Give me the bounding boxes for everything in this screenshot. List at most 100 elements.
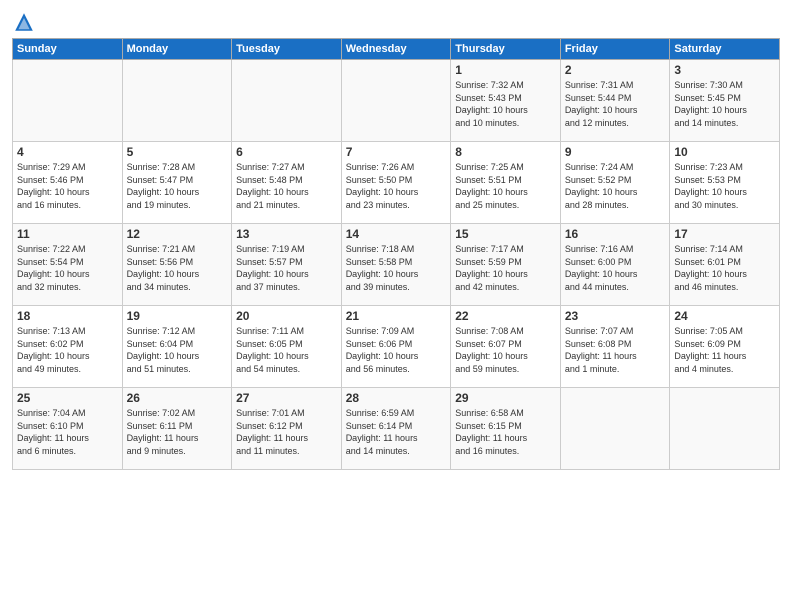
calendar-cell: 19 Sunrise: 7:12 AM Sunset: 6:04 PM Dayli…: [122, 306, 232, 388]
calendar-cell: 13 Sunrise: 7:19 AM Sunset: 5:57 PM Dayli…: [232, 224, 342, 306]
calendar-cell: [670, 388, 780, 470]
header-tuesday: Tuesday: [232, 39, 342, 60]
calendar-cell: 24 Sunrise: 7:05 AM Sunset: 6:09 PM Dayli…: [670, 306, 780, 388]
calendar-cell: 10 Sunrise: 7:23 AM Sunset: 5:53 PM Dayli…: [670, 142, 780, 224]
day-number: 4: [17, 145, 118, 159]
calendar-cell: 12 Sunrise: 7:21 AM Sunset: 5:56 PM Dayli…: [122, 224, 232, 306]
day-info: Sunrise: 7:14 AM Sunset: 6:01 PM Dayligh…: [674, 243, 775, 293]
day-info: Sunrise: 7:29 AM Sunset: 5:46 PM Dayligh…: [17, 161, 118, 211]
day-number: 19: [127, 309, 228, 323]
day-number: 9: [565, 145, 666, 159]
header-monday: Monday: [122, 39, 232, 60]
day-number: 8: [455, 145, 556, 159]
page-container: SundayMondayTuesdayWednesdayThursdayFrid…: [0, 0, 792, 478]
day-info: Sunrise: 7:26 AM Sunset: 5:50 PM Dayligh…: [346, 161, 447, 211]
calendar-cell: [341, 60, 451, 142]
day-info: Sunrise: 7:17 AM Sunset: 5:59 PM Dayligh…: [455, 243, 556, 293]
day-number: 28: [346, 391, 447, 405]
calendar-cell: 15 Sunrise: 7:17 AM Sunset: 5:59 PM Dayli…: [451, 224, 561, 306]
calendar-table: SundayMondayTuesdayWednesdayThursdayFrid…: [12, 38, 780, 470]
day-number: 22: [455, 309, 556, 323]
day-number: 6: [236, 145, 337, 159]
day-number: 2: [565, 63, 666, 77]
header-friday: Friday: [560, 39, 670, 60]
day-info: Sunrise: 7:25 AM Sunset: 5:51 PM Dayligh…: [455, 161, 556, 211]
day-info: Sunrise: 7:05 AM Sunset: 6:09 PM Dayligh…: [674, 325, 775, 375]
day-number: 23: [565, 309, 666, 323]
calendar-cell: 17 Sunrise: 7:14 AM Sunset: 6:01 PM Dayli…: [670, 224, 780, 306]
calendar-cell: 7 Sunrise: 7:26 AM Sunset: 5:50 PM Daylig…: [341, 142, 451, 224]
calendar-cell: 8 Sunrise: 7:25 AM Sunset: 5:51 PM Daylig…: [451, 142, 561, 224]
day-info: Sunrise: 7:24 AM Sunset: 5:52 PM Dayligh…: [565, 161, 666, 211]
day-info: Sunrise: 7:19 AM Sunset: 5:57 PM Dayligh…: [236, 243, 337, 293]
header: [12, 10, 780, 34]
day-info: Sunrise: 7:32 AM Sunset: 5:43 PM Dayligh…: [455, 79, 556, 129]
day-info: Sunrise: 7:04 AM Sunset: 6:10 PM Dayligh…: [17, 407, 118, 457]
day-number: 17: [674, 227, 775, 241]
day-info: Sunrise: 7:28 AM Sunset: 5:47 PM Dayligh…: [127, 161, 228, 211]
calendar-cell: 20Sunrise: 7:11 AM Sunset: 6:05 PM Dayli…: [232, 306, 342, 388]
calendar-cell: 2 Sunrise: 7:31 AM Sunset: 5:44 PM Daylig…: [560, 60, 670, 142]
day-info: Sunrise: 6:58 AM Sunset: 6:15 PM Dayligh…: [455, 407, 556, 457]
calendar-cell: 21 Sunrise: 7:09 AM Sunset: 6:06 PM Dayli…: [341, 306, 451, 388]
calendar-cell: 18Sunrise: 7:13 AM Sunset: 6:02 PM Dayli…: [13, 306, 123, 388]
day-info: Sunrise: 7:27 AM Sunset: 5:48 PM Dayligh…: [236, 161, 337, 211]
logo-icon: [12, 10, 36, 34]
calendar-cell: 3 Sunrise: 7:30 AM Sunset: 5:45 PM Daylig…: [670, 60, 780, 142]
header-wednesday: Wednesday: [341, 39, 451, 60]
calendar-cell: 9 Sunrise: 7:24 AM Sunset: 5:52 PM Daylig…: [560, 142, 670, 224]
day-number: 13: [236, 227, 337, 241]
calendar-cell: 26 Sunrise: 7:02 AM Sunset: 6:11 PM Dayli…: [122, 388, 232, 470]
week-row-1: 4 Sunrise: 7:29 AM Sunset: 5:46 PM Daylig…: [13, 142, 780, 224]
day-info: Sunrise: 7:22 AM Sunset: 5:54 PM Dayligh…: [17, 243, 118, 293]
day-number: 29: [455, 391, 556, 405]
calendar-cell: 27Sunrise: 7:01 AM Sunset: 6:12 PM Dayli…: [232, 388, 342, 470]
calendar-cell: 22 Sunrise: 7:08 AM Sunset: 6:07 PM Dayli…: [451, 306, 561, 388]
day-info: Sunrise: 7:30 AM Sunset: 5:45 PM Dayligh…: [674, 79, 775, 129]
calendar-cell: 29 Sunrise: 6:58 AM Sunset: 6:15 PM Dayli…: [451, 388, 561, 470]
header-sunday: Sunday: [13, 39, 123, 60]
day-info: Sunrise: 7:31 AM Sunset: 5:44 PM Dayligh…: [565, 79, 666, 129]
calendar-cell: 23 Sunrise: 7:07 AM Sunset: 6:08 PM Dayli…: [560, 306, 670, 388]
calendar-header-row: SundayMondayTuesdayWednesdayThursdayFrid…: [13, 39, 780, 60]
calendar-cell: [232, 60, 342, 142]
day-number: 27: [236, 391, 337, 405]
day-number: 5: [127, 145, 228, 159]
calendar-cell: 11 Sunrise: 7:22 AM Sunset: 5:54 PM Dayli…: [13, 224, 123, 306]
day-number: 10: [674, 145, 775, 159]
day-info: Sunrise: 7:02 AM Sunset: 6:11 PM Dayligh…: [127, 407, 228, 457]
day-info: Sunrise: 7:23 AM Sunset: 5:53 PM Dayligh…: [674, 161, 775, 211]
day-number: 7: [346, 145, 447, 159]
day-number: 15: [455, 227, 556, 241]
calendar-cell: [122, 60, 232, 142]
day-number: 14: [346, 227, 447, 241]
week-row-3: 18Sunrise: 7:13 AM Sunset: 6:02 PM Dayli…: [13, 306, 780, 388]
day-info: Sunrise: 7:16 AM Sunset: 6:00 PM Dayligh…: [565, 243, 666, 293]
day-info: Sunrise: 7:21 AM Sunset: 5:56 PM Dayligh…: [127, 243, 228, 293]
calendar-cell: 14 Sunrise: 7:18 AM Sunset: 5:58 PM Dayli…: [341, 224, 451, 306]
day-info: Sunrise: 7:07 AM Sunset: 6:08 PM Dayligh…: [565, 325, 666, 375]
day-info: Sunrise: 7:18 AM Sunset: 5:58 PM Dayligh…: [346, 243, 447, 293]
day-number: 26: [127, 391, 228, 405]
day-info: Sunrise: 7:08 AM Sunset: 6:07 PM Dayligh…: [455, 325, 556, 375]
day-number: 18: [17, 309, 118, 323]
day-number: 25: [17, 391, 118, 405]
calendar-cell: 6 Sunrise: 7:27 AM Sunset: 5:48 PM Daylig…: [232, 142, 342, 224]
logo: [12, 10, 40, 34]
day-info: Sunrise: 7:12 AM Sunset: 6:04 PM Dayligh…: [127, 325, 228, 375]
day-number: 21: [346, 309, 447, 323]
calendar-cell: 28Sunrise: 6:59 AM Sunset: 6:14 PM Dayli…: [341, 388, 451, 470]
day-number: 12: [127, 227, 228, 241]
calendar-cell: [560, 388, 670, 470]
calendar-cell: 4 Sunrise: 7:29 AM Sunset: 5:46 PM Daylig…: [13, 142, 123, 224]
day-number: 11: [17, 227, 118, 241]
day-number: 3: [674, 63, 775, 77]
week-row-4: 25 Sunrise: 7:04 AM Sunset: 6:10 PM Dayli…: [13, 388, 780, 470]
day-info: Sunrise: 7:11 AM Sunset: 6:05 PM Dayligh…: [236, 325, 337, 375]
day-info: Sunrise: 7:09 AM Sunset: 6:06 PM Dayligh…: [346, 325, 447, 375]
week-row-0: 1Sunrise: 7:32 AM Sunset: 5:43 PM Daylig…: [13, 60, 780, 142]
calendar-cell: 5 Sunrise: 7:28 AM Sunset: 5:47 PM Daylig…: [122, 142, 232, 224]
calendar-cell: 25 Sunrise: 7:04 AM Sunset: 6:10 PM Dayli…: [13, 388, 123, 470]
header-saturday: Saturday: [670, 39, 780, 60]
day-number: 24: [674, 309, 775, 323]
